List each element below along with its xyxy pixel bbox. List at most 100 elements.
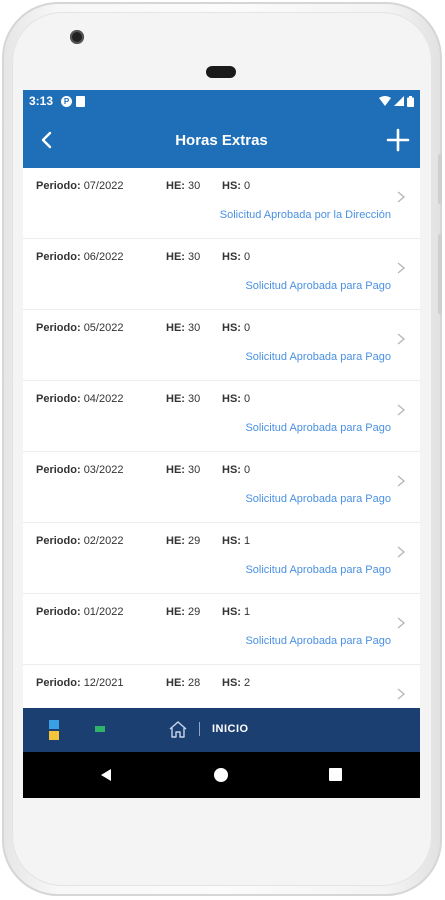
- he-value: 30: [188, 464, 201, 476]
- list-item[interactable]: Periodo: 05/2022 HE: 30 HS: 0 Solicitud Apr…: [23, 310, 420, 381]
- plus-icon[interactable]: [384, 126, 412, 154]
- he-label: HE:: [166, 464, 185, 476]
- hs-value: 2: [244, 677, 251, 689]
- hs-value: 0: [244, 180, 251, 192]
- hs-value: 0: [244, 464, 251, 476]
- system-back-icon[interactable]: [99, 768, 113, 782]
- he-label: HE:: [166, 677, 185, 689]
- app-screen: 3:13 P Horas Extras Periodo: 07/2022 HE: …: [23, 90, 420, 798]
- hs-label: HS:: [222, 606, 241, 618]
- status-text: Solicitud Aprobada para Pago: [245, 564, 391, 576]
- periodo-label: Periodo:: [36, 464, 81, 476]
- list-item[interactable]: Periodo: 03/2022 HE: 30 HS: 0 Solicitud Apr…: [23, 452, 420, 523]
- periodo-label: Periodo:: [36, 251, 81, 263]
- periodo-label: Periodo:: [36, 677, 81, 689]
- status-time: 3:13: [29, 94, 54, 108]
- periodo-value: 03/2022: [83, 464, 124, 476]
- he-value: 30: [188, 180, 201, 192]
- bottom-nav: INICIO: [23, 708, 420, 752]
- hs-label: HS:: [222, 180, 241, 192]
- chevron-right-icon: [397, 404, 406, 416]
- overtime-list: Periodo: 07/2022 HE: 30 HS: 0 Solicitud Apr…: [23, 168, 420, 736]
- page-title: Horas Extras: [175, 131, 268, 149]
- periodo-label: Periodo:: [36, 606, 81, 618]
- hs-value: 0: [244, 251, 251, 263]
- chevron-right-icon: [397, 617, 406, 629]
- volume-button: [438, 154, 442, 204]
- app-logo-icon[interactable]: [49, 720, 59, 742]
- chevron-right-icon: [397, 688, 406, 700]
- nav-label-inicio[interactable]: INICIO: [212, 723, 249, 735]
- he-label: HE:: [166, 251, 185, 263]
- power-button: [438, 234, 442, 314]
- chevron-left-icon[interactable]: [35, 128, 59, 152]
- front-camera: [70, 30, 84, 44]
- hs-label: HS:: [222, 322, 241, 334]
- periodo-label: Periodo:: [36, 322, 81, 334]
- earpiece-speaker: [206, 66, 236, 78]
- he-value: 30: [188, 251, 201, 263]
- periodo-value: 02/2022: [83, 535, 124, 547]
- periodo-value: 07/2022: [83, 180, 124, 192]
- status-text: Solicitud Aprobada para Pago: [245, 280, 391, 292]
- list-item[interactable]: Periodo: 04/2022 HE: 30 HS: 0 Solicitud Apr…: [23, 381, 420, 452]
- list-item[interactable]: Periodo: 01/2022 HE: 29 HS: 1 Solicitud Apr…: [23, 594, 420, 665]
- hs-value: 1: [244, 606, 251, 618]
- wifi-icon: [379, 96, 391, 106]
- he-label: HE:: [166, 535, 185, 547]
- sim-card-icon: [76, 95, 86, 107]
- he-label: HE:: [166, 393, 185, 405]
- he-value: 29: [188, 606, 201, 618]
- periodo-value: 01/2022: [83, 606, 124, 618]
- periodo-label: Periodo:: [36, 180, 81, 192]
- periodo-label: Periodo:: [36, 535, 81, 547]
- p-badge-icon: P: [61, 95, 73, 107]
- hs-label: HS:: [222, 251, 241, 263]
- app-bar: Horas Extras: [23, 112, 420, 168]
- hs-label: HS:: [222, 464, 241, 476]
- chevron-right-icon: [397, 546, 406, 558]
- menu-tab-icon[interactable]: [95, 726, 105, 732]
- system-home-icon[interactable]: [214, 768, 228, 782]
- he-label: HE:: [166, 180, 185, 192]
- periodo-value: 12/2021: [83, 677, 124, 689]
- hs-value: 0: [244, 393, 251, 405]
- list-item[interactable]: Periodo: 06/2022 HE: 30 HS: 0 Solicitud Apr…: [23, 239, 420, 310]
- periodo-value: 05/2022: [83, 322, 124, 334]
- he-value: 29: [188, 535, 201, 547]
- item-info: Periodo: 01/2022 HE: 29 HS: 1: [36, 606, 250, 618]
- periodo-value: 04/2022: [83, 393, 124, 405]
- item-info: Periodo: 03/2022 HE: 30 HS: 0: [36, 464, 250, 476]
- chevron-right-icon: [397, 191, 406, 203]
- item-info: Periodo: 02/2022 HE: 29 HS: 1: [36, 535, 250, 547]
- battery-icon: [407, 95, 414, 107]
- status-bar: 3:13 P: [23, 90, 420, 112]
- he-value: 30: [188, 322, 201, 334]
- home-icon[interactable]: [167, 718, 189, 740]
- periodo-label: Periodo:: [36, 393, 81, 405]
- item-info: Periodo: 04/2022 HE: 30 HS: 0: [36, 393, 250, 405]
- chevron-right-icon: [397, 333, 406, 345]
- list-item[interactable]: Periodo: 02/2022 HE: 29 HS: 1 Solicitud Apr…: [23, 523, 420, 594]
- he-label: HE:: [166, 606, 185, 618]
- status-text: Solicitud Aprobada por la Dirección: [219, 209, 391, 221]
- item-info: Periodo: 07/2022 HE: 30 HS: 0: [36, 180, 250, 192]
- nav-divider: [199, 722, 200, 736]
- hs-label: HS:: [222, 535, 241, 547]
- system-recents-icon[interactable]: [329, 768, 342, 781]
- chevron-right-icon: [397, 475, 406, 487]
- hs-value: 1: [244, 535, 251, 547]
- status-text: Solicitud Aprobada para Pago: [245, 422, 391, 434]
- signal-icon: [394, 96, 404, 106]
- he-value: 28: [188, 677, 201, 689]
- hs-value: 0: [244, 322, 251, 334]
- periodo-value: 06/2022: [83, 251, 124, 263]
- he-value: 30: [188, 393, 201, 405]
- item-info: Periodo: 06/2022 HE: 30 HS: 0: [36, 251, 250, 263]
- status-text: Solicitud Aprobada para Pago: [245, 493, 391, 505]
- he-label: HE:: [166, 322, 185, 334]
- hs-label: HS:: [222, 677, 241, 689]
- list-item[interactable]: Periodo: 07/2022 HE: 30 HS: 0 Solicitud Apr…: [23, 168, 420, 239]
- status-text: Solicitud Aprobada para Pago: [245, 635, 391, 647]
- system-nav-bar: [23, 752, 420, 798]
